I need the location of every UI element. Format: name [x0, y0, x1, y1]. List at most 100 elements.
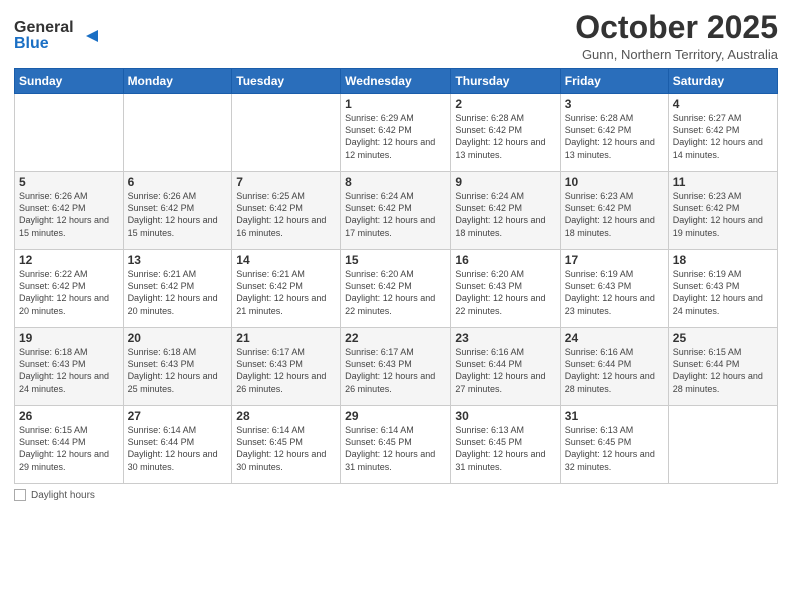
day-info: Sunrise: 6:18 AM Sunset: 6:43 PM Dayligh… [19, 346, 119, 395]
logo-text: General Blue [14, 14, 104, 59]
calendar-cell: 24Sunrise: 6:16 AM Sunset: 6:44 PM Dayli… [560, 328, 668, 406]
day-number: 1 [345, 97, 446, 111]
calendar-cell: 12Sunrise: 6:22 AM Sunset: 6:42 PM Dayli… [15, 250, 124, 328]
day-info: Sunrise: 6:23 AM Sunset: 6:42 PM Dayligh… [565, 190, 664, 239]
day-number: 7 [236, 175, 336, 189]
day-info: Sunrise: 6:16 AM Sunset: 6:44 PM Dayligh… [455, 346, 555, 395]
day-number: 18 [673, 253, 773, 267]
day-info: Sunrise: 6:20 AM Sunset: 6:42 PM Dayligh… [345, 268, 446, 317]
calendar-cell: 4Sunrise: 6:27 AM Sunset: 6:42 PM Daylig… [668, 94, 777, 172]
calendar-cell: 31Sunrise: 6:13 AM Sunset: 6:45 PM Dayli… [560, 406, 668, 484]
legend-label: Daylight hours [31, 490, 95, 501]
day-info: Sunrise: 6:14 AM Sunset: 6:45 PM Dayligh… [345, 424, 446, 473]
header: General Blue October 2025 Gunn, Northern… [14, 10, 778, 62]
calendar-cell: 9Sunrise: 6:24 AM Sunset: 6:42 PM Daylig… [451, 172, 560, 250]
day-info: Sunrise: 6:27 AM Sunset: 6:42 PM Dayligh… [673, 112, 773, 161]
day-number: 24 [565, 331, 664, 345]
day-info: Sunrise: 6:13 AM Sunset: 6:45 PM Dayligh… [565, 424, 664, 473]
month-title: October 2025 [575, 10, 778, 45]
calendar-cell: 15Sunrise: 6:20 AM Sunset: 6:42 PM Dayli… [341, 250, 451, 328]
calendar-cell: 6Sunrise: 6:26 AM Sunset: 6:42 PM Daylig… [123, 172, 232, 250]
day-info: Sunrise: 6:25 AM Sunset: 6:42 PM Dayligh… [236, 190, 336, 239]
day-info: Sunrise: 6:14 AM Sunset: 6:44 PM Dayligh… [128, 424, 228, 473]
calendar-cell [15, 94, 124, 172]
day-info: Sunrise: 6:26 AM Sunset: 6:42 PM Dayligh… [128, 190, 228, 239]
day-info: Sunrise: 6:23 AM Sunset: 6:42 PM Dayligh… [673, 190, 773, 239]
calendar-header-tuesday: Tuesday [232, 69, 341, 94]
calendar-cell: 10Sunrise: 6:23 AM Sunset: 6:42 PM Dayli… [560, 172, 668, 250]
day-number: 28 [236, 409, 336, 423]
calendar-header-wednesday: Wednesday [341, 69, 451, 94]
calendar-header-saturday: Saturday [668, 69, 777, 94]
day-number: 30 [455, 409, 555, 423]
day-info: Sunrise: 6:15 AM Sunset: 6:44 PM Dayligh… [19, 424, 119, 473]
calendar-header-monday: Monday [123, 69, 232, 94]
calendar-cell: 21Sunrise: 6:17 AM Sunset: 6:43 PM Dayli… [232, 328, 341, 406]
day-number: 9 [455, 175, 555, 189]
calendar-header-thursday: Thursday [451, 69, 560, 94]
calendar-cell: 16Sunrise: 6:20 AM Sunset: 6:43 PM Dayli… [451, 250, 560, 328]
calendar-cell: 14Sunrise: 6:21 AM Sunset: 6:42 PM Dayli… [232, 250, 341, 328]
calendar-cell: 20Sunrise: 6:18 AM Sunset: 6:43 PM Dayli… [123, 328, 232, 406]
day-number: 19 [19, 331, 119, 345]
day-number: 16 [455, 253, 555, 267]
day-info: Sunrise: 6:16 AM Sunset: 6:44 PM Dayligh… [565, 346, 664, 395]
calendar-cell: 28Sunrise: 6:14 AM Sunset: 6:45 PM Dayli… [232, 406, 341, 484]
day-number: 31 [565, 409, 664, 423]
logo: General Blue [14, 14, 104, 59]
day-info: Sunrise: 6:24 AM Sunset: 6:42 PM Dayligh… [455, 190, 555, 239]
day-info: Sunrise: 6:28 AM Sunset: 6:42 PM Dayligh… [455, 112, 555, 161]
calendar-cell: 26Sunrise: 6:15 AM Sunset: 6:44 PM Dayli… [15, 406, 124, 484]
day-info: Sunrise: 6:18 AM Sunset: 6:43 PM Dayligh… [128, 346, 228, 395]
location-subtitle: Gunn, Northern Territory, Australia [575, 47, 778, 62]
day-number: 4 [673, 97, 773, 111]
calendar-cell: 11Sunrise: 6:23 AM Sunset: 6:42 PM Dayli… [668, 172, 777, 250]
calendar-cell: 22Sunrise: 6:17 AM Sunset: 6:43 PM Dayli… [341, 328, 451, 406]
calendar-cell: 30Sunrise: 6:13 AM Sunset: 6:45 PM Dayli… [451, 406, 560, 484]
day-number: 2 [455, 97, 555, 111]
day-info: Sunrise: 6:19 AM Sunset: 6:43 PM Dayligh… [673, 268, 773, 317]
day-number: 22 [345, 331, 446, 345]
day-number: 3 [565, 97, 664, 111]
calendar-header-friday: Friday [560, 69, 668, 94]
day-number: 27 [128, 409, 228, 423]
calendar-cell: 7Sunrise: 6:25 AM Sunset: 6:42 PM Daylig… [232, 172, 341, 250]
calendar-cell: 3Sunrise: 6:28 AM Sunset: 6:42 PM Daylig… [560, 94, 668, 172]
day-number: 17 [565, 253, 664, 267]
day-number: 23 [455, 331, 555, 345]
day-info: Sunrise: 6:21 AM Sunset: 6:42 PM Dayligh… [236, 268, 336, 317]
day-number: 20 [128, 331, 228, 345]
svg-text:General: General [14, 19, 74, 36]
calendar-cell: 23Sunrise: 6:16 AM Sunset: 6:44 PM Dayli… [451, 328, 560, 406]
calendar-cell [668, 406, 777, 484]
day-info: Sunrise: 6:21 AM Sunset: 6:42 PM Dayligh… [128, 268, 228, 317]
calendar-cell: 5Sunrise: 6:26 AM Sunset: 6:42 PM Daylig… [15, 172, 124, 250]
day-info: Sunrise: 6:28 AM Sunset: 6:42 PM Dayligh… [565, 112, 664, 161]
day-info: Sunrise: 6:19 AM Sunset: 6:43 PM Dayligh… [565, 268, 664, 317]
day-info: Sunrise: 6:29 AM Sunset: 6:42 PM Dayligh… [345, 112, 446, 161]
calendar-cell: 17Sunrise: 6:19 AM Sunset: 6:43 PM Dayli… [560, 250, 668, 328]
calendar-table: SundayMondayTuesdayWednesdayThursdayFrid… [14, 68, 778, 484]
day-info: Sunrise: 6:24 AM Sunset: 6:42 PM Dayligh… [345, 190, 446, 239]
calendar-cell: 8Sunrise: 6:24 AM Sunset: 6:42 PM Daylig… [341, 172, 451, 250]
day-number: 6 [128, 175, 228, 189]
calendar-cell: 27Sunrise: 6:14 AM Sunset: 6:44 PM Dayli… [123, 406, 232, 484]
calendar-cell: 1Sunrise: 6:29 AM Sunset: 6:42 PM Daylig… [341, 94, 451, 172]
calendar-cell [123, 94, 232, 172]
day-number: 15 [345, 253, 446, 267]
day-info: Sunrise: 6:13 AM Sunset: 6:45 PM Dayligh… [455, 424, 555, 473]
calendar-cell [232, 94, 341, 172]
day-info: Sunrise: 6:15 AM Sunset: 6:44 PM Dayligh… [673, 346, 773, 395]
day-info: Sunrise: 6:17 AM Sunset: 6:43 PM Dayligh… [236, 346, 336, 395]
calendar-header-sunday: Sunday [15, 69, 124, 94]
day-info: Sunrise: 6:22 AM Sunset: 6:42 PM Dayligh… [19, 268, 119, 317]
calendar-cell: 13Sunrise: 6:21 AM Sunset: 6:42 PM Dayli… [123, 250, 232, 328]
day-info: Sunrise: 6:17 AM Sunset: 6:43 PM Dayligh… [345, 346, 446, 395]
day-number: 26 [19, 409, 119, 423]
day-number: 21 [236, 331, 336, 345]
day-number: 11 [673, 175, 773, 189]
day-number: 8 [345, 175, 446, 189]
footer: Daylight hours [14, 489, 778, 501]
day-number: 29 [345, 409, 446, 423]
day-number: 25 [673, 331, 773, 345]
